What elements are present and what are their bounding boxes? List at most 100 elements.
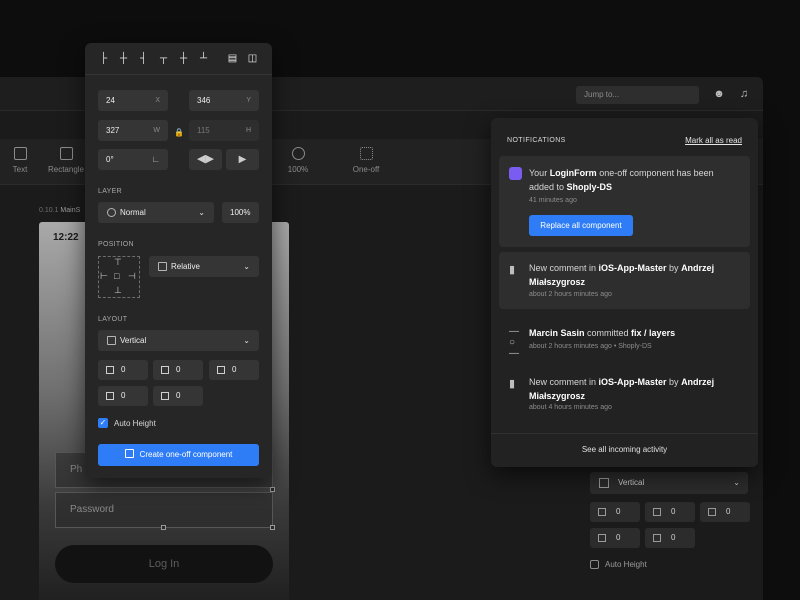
padding-value: 0 xyxy=(121,365,126,374)
selection-handle[interactable] xyxy=(270,487,275,492)
layout-mode-select[interactable]: Vertical ⌄ xyxy=(98,330,259,351)
notification-time: about 4 hours minutes ago xyxy=(529,404,612,411)
selection-handle[interactable] xyxy=(270,525,275,530)
notification-time: about 2 hours minutes ago xyxy=(529,291,612,298)
create-one-off-component-button[interactable]: Create one-off component xyxy=(98,444,259,466)
tool-zoom[interactable]: 100% xyxy=(278,147,318,174)
padding-right-field[interactable]: 0 xyxy=(153,360,203,380)
constraint-grid[interactable]: ⊤ ⊢ □ ⊣ ⊥ xyxy=(98,256,140,298)
align-top-icon[interactable]: ┬ xyxy=(157,53,170,65)
opacity-field[interactable]: 100% xyxy=(222,202,259,223)
text-part: committed xyxy=(584,328,632,338)
rotation-value: 0° xyxy=(106,155,114,164)
flip-horizontal-button[interactable]: ◀▶ xyxy=(189,149,222,170)
constraint-center-icon[interactable]: □ xyxy=(114,272,119,281)
chevron-down-icon: ⌄ xyxy=(243,336,250,345)
align-middle-icon[interactable]: ┼ xyxy=(177,53,190,65)
bg-padding-left[interactable]: 0 xyxy=(645,528,695,548)
notifications-panel: NOTIFICATIONS Mark all as read Your Logi… xyxy=(491,118,758,467)
bg-padding-gap[interactable]: 0 xyxy=(700,502,750,522)
auto-height-checkbox[interactable]: ✓ xyxy=(98,418,108,428)
distribute-horizontal-icon[interactable]: ◫ xyxy=(246,53,259,65)
layout-mode-value: Vertical xyxy=(120,336,147,345)
padding-left-field[interactable]: 0 xyxy=(153,386,203,406)
bg-padding-top[interactable]: 0 xyxy=(590,502,640,522)
padding-value: 0 xyxy=(671,507,676,516)
notification-item[interactable]: Your LoginForm one-off component has bee… xyxy=(499,156,750,247)
corner-radius-icon: ∟ xyxy=(151,154,160,164)
padding-value: 0 xyxy=(121,391,126,400)
height-field[interactable]: 115 H xyxy=(189,120,259,141)
rectangle-icon xyxy=(59,147,73,160)
gap-field[interactable]: 0 xyxy=(209,360,259,380)
bg-padding-right[interactable]: 0 xyxy=(645,502,695,522)
padding-icon xyxy=(653,534,661,542)
auto-height-label: Auto Height xyxy=(114,419,156,428)
x-value: 24 xyxy=(106,96,115,105)
replace-all-component-button[interactable]: Replace all component xyxy=(529,215,633,236)
text-part: Your xyxy=(529,168,550,178)
bg-layout-mode: Vertical xyxy=(618,478,645,487)
distribute-vertical-icon[interactable]: ▤ xyxy=(226,53,239,65)
see-all-activity-link[interactable]: See all incoming activity xyxy=(491,445,758,454)
bg-layout-select[interactable]: Vertical ⌄ xyxy=(590,472,748,494)
notification-item[interactable]: —○— Marcin Sasin committed fix / layers … xyxy=(499,318,750,359)
notification-item[interactable]: ▮ New comment in iOS-App-Master by Andrz… xyxy=(499,366,750,421)
padding-value: 0 xyxy=(671,533,676,542)
constraint-left-icon[interactable]: ⊢ xyxy=(100,272,108,281)
password-placeholder: Password xyxy=(70,504,114,515)
password-field[interactable]: Password xyxy=(55,492,273,528)
bg-padding-bottom[interactable]: 0 xyxy=(590,528,640,548)
align-right-icon[interactable]: ┤ xyxy=(137,53,150,65)
mark-all-read-link[interactable]: Mark all as read xyxy=(685,136,742,145)
lock-icon[interactable]: 🔒 xyxy=(174,128,184,137)
login-button[interactable]: Log In xyxy=(55,545,273,583)
flip-vertical-button[interactable]: ▶ xyxy=(226,149,259,170)
padding-bottom-field[interactable]: 0 xyxy=(98,386,148,406)
align-left-icon[interactable]: ├ xyxy=(97,53,110,65)
padding-icon xyxy=(598,508,606,516)
frame-label[interactable]: 0.10.1 MainS xyxy=(39,207,80,214)
align-center-h-icon[interactable]: ┼ xyxy=(117,53,130,65)
padding-value: 0 xyxy=(616,533,621,542)
divider xyxy=(491,433,758,434)
text-part: New comment in xyxy=(529,263,599,273)
email-placeholder: Ph xyxy=(70,464,83,475)
width-field[interactable]: 327 W xyxy=(98,120,168,141)
padding-value: 0 xyxy=(726,507,731,516)
selection-handle[interactable] xyxy=(161,525,166,530)
position-mode-select[interactable]: Relative ⌄ xyxy=(149,256,259,277)
bg-auto-height-label: Auto Height xyxy=(605,560,647,569)
text-part: New comment in xyxy=(529,377,599,387)
droplet-icon xyxy=(107,208,116,217)
align-bottom-icon[interactable]: ┴ xyxy=(197,53,210,65)
constraint-bottom-icon[interactable]: ⊥ xyxy=(114,286,122,295)
bg-auto-height[interactable]: Auto Height xyxy=(590,560,647,570)
padding-top-field[interactable]: 0 xyxy=(98,360,148,380)
blend-mode-select[interactable]: Normal ⌄ xyxy=(98,202,214,223)
padding-bottom-icon xyxy=(106,392,114,400)
tool-rectangle[interactable]: Rectangle xyxy=(44,147,88,174)
tool-text[interactable]: Text xyxy=(0,147,40,174)
tool-one-off[interactable]: One-off xyxy=(346,147,386,174)
rotation-field[interactable]: 0° ∟ xyxy=(98,149,168,170)
x-field[interactable]: 24 X xyxy=(98,90,168,111)
padding-value: 0 xyxy=(616,507,621,516)
width-value: 327 xyxy=(106,126,120,135)
jump-to-input[interactable]: Jump to... xyxy=(576,86,699,104)
notification-item[interactable]: ▮ New comment in iOS-App-Master by Andrz… xyxy=(499,252,750,309)
user-icon[interactable]: ☻ xyxy=(712,87,726,101)
height-suffix: H xyxy=(245,127,251,134)
padding-icon xyxy=(708,508,716,516)
notification-text: Marcin Sasin committed fix / layers xyxy=(529,326,740,340)
constraint-top-icon[interactable]: ⊤ xyxy=(114,258,122,267)
constraint-right-icon[interactable]: ⊣ xyxy=(128,272,136,281)
y-value: 346 xyxy=(197,96,211,105)
y-field[interactable]: 346 Y xyxy=(189,90,259,111)
relative-position-icon xyxy=(158,262,167,271)
text-part: by xyxy=(666,263,682,273)
frame-label-name: MainS xyxy=(60,207,81,214)
bell-icon[interactable]: ♫ xyxy=(737,87,751,101)
text-bold: LoginForm xyxy=(549,168,597,178)
notification-text: Your LoginForm one-off component has bee… xyxy=(529,166,740,194)
